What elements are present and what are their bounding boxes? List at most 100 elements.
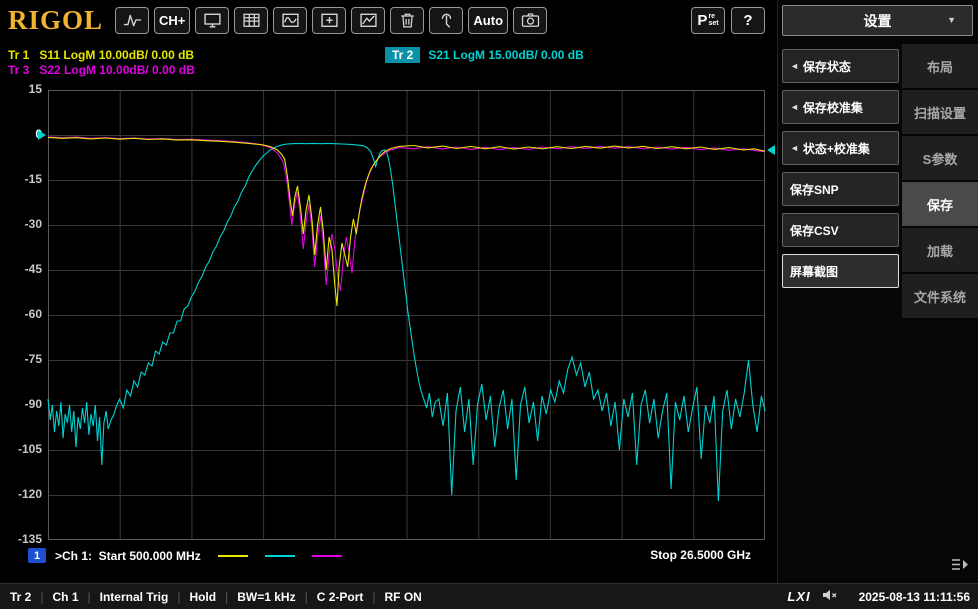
tab-layout[interactable]: 布局 (902, 44, 978, 88)
statusbar-item: Hold (189, 589, 217, 604)
stop-frequency-label[interactable]: Stop 26.5000 GHz (650, 548, 751, 562)
submenu-arrow-icon: ◄ (790, 61, 799, 71)
trash-icon (398, 12, 417, 28)
start-frequency-label[interactable]: >Ch 1: Start 500.000 MHz (55, 549, 201, 563)
table-icon (242, 12, 261, 28)
toolbar-right-buttons: Pre set? (691, 6, 765, 34)
screenshot-menu-button[interactable]: 屏幕截图 (782, 254, 899, 288)
statusbar-separator: | (225, 589, 229, 604)
sidebar-tabs: 布局 扫描设置 S参数 保存 加载 文件系统 (902, 44, 978, 318)
toolbar: RIGOL CH+ Auto Pre set? (0, 0, 777, 40)
trace1-readout[interactable]: Tr 1 S11 LogM 10.00dB/ 0.00 dB (8, 48, 194, 62)
meas-pulse-button[interactable] (115, 6, 150, 34)
settings-title: 设置 (863, 12, 892, 29)
chevron-down-icon: ▼ (947, 15, 956, 25)
touch-button[interactable] (429, 6, 464, 34)
plot-area: Tr 1 S11 LogM 10.00dB/ 0.00 dB Tr 3 S22 … (0, 40, 777, 583)
statusbar-item: BW=1 kHz (237, 589, 296, 604)
save-cal-set-button-label: 保存校准集 (802, 100, 863, 115)
ref-level-marker-left (38, 130, 46, 140)
save-csv-button[interactable]: 保存CSV (782, 213, 899, 247)
sidebar-menu: ◄ 保存状态 ◄ 保存校准集 ◄ 状态+校准集 保存SNP 保存CSV 屏幕截图 (782, 49, 899, 288)
tab-save[interactable]: 保存 (902, 182, 978, 226)
window-wave-icon (281, 12, 300, 28)
statusbar-separator: | (177, 589, 181, 604)
legend-line-s11 (217, 554, 248, 557)
trace2-active-badge: Tr 2 (385, 47, 421, 63)
y-tick-label: -15 (24, 172, 42, 186)
help-button[interactable]: ? (731, 6, 765, 34)
tab-file-system[interactable]: 文件系统 (902, 274, 978, 318)
statusbar-separator: | (304, 589, 308, 604)
statusbar-separator: | (40, 589, 44, 604)
speaker-muted-icon[interactable] (822, 589, 838, 604)
softkey-sidebar: 设置 ▼ ◄ 保存状态 ◄ 保存校准集 ◄ 状态+校准集 保存SNP 保存CSV 屏幕截图 布局… (777, 0, 978, 583)
legend-line-s21 (264, 554, 295, 557)
save-state-button-label: 保存状态 (802, 59, 851, 74)
y-tick-label: 15 (28, 82, 42, 96)
statusbar-items: Tr 2 | Ch 1 | Internal Trig | Hold | BW=1 kHz | C … (0, 590, 422, 604)
y-tick-label: -30 (24, 217, 42, 231)
preset-button[interactable]: Pre set (691, 6, 725, 34)
y-tick-label: -135 (17, 532, 42, 546)
add-channel-button[interactable]: CH+ (154, 6, 191, 34)
preset-button-sublabel: re set (708, 13, 719, 27)
statusbar-separator: | (87, 589, 91, 604)
auto-scale-button-label: Auto (473, 12, 504, 28)
submenu-arrow-icon: ◄ (790, 102, 799, 112)
trace2-text: S21 LogM 15.00dB/ 0.00 dB (428, 48, 584, 62)
table-view-button[interactable] (234, 6, 269, 34)
statusbar-right: LXI 2025-08-13 11:11:56 (787, 589, 978, 604)
channel-badge[interactable]: 1 (28, 548, 46, 563)
tab-sweep-setup[interactable]: 扫描设置 (902, 90, 978, 134)
statusbar-item: RF ON (384, 589, 422, 604)
state-plus-cal-button[interactable]: ◄ 状态+校准集 (782, 131, 899, 165)
ref-level-marker-right (767, 145, 775, 155)
lxi-indicator: LXI (787, 589, 811, 604)
statusbar-item: C 2-Port (316, 589, 364, 604)
graticule-plot (38, 90, 775, 540)
tab-s-params[interactable]: S参数 (902, 136, 978, 180)
screenshot-menu-button-label: 屏幕截图 (790, 264, 839, 279)
submenu-arrow-icon: ◄ (790, 143, 799, 153)
trace-window-button[interactable] (273, 6, 308, 34)
screenshot-button[interactable] (513, 6, 548, 34)
save-state-button[interactable]: ◄ 保存状态 (782, 49, 899, 83)
x-axis-row: 1 >Ch 1: Start 500.000 MHz (28, 548, 342, 563)
settings-menu-header[interactable]: 设置 ▼ (782, 5, 973, 36)
save-snp-button-label: 保存SNP (790, 182, 839, 197)
trace3-text: S22 LogM 10.00dB/ 0.00 dB (39, 63, 195, 77)
statusbar-item: Tr 2 (10, 589, 32, 604)
help-button-label: ? (743, 11, 753, 29)
save-snp-button[interactable]: 保存SNP (782, 172, 899, 206)
trace3-readout[interactable]: Tr 3 S22 LogM 10.00dB/ 0.00 dB (8, 63, 195, 77)
save-cal-set-button[interactable]: ◄ 保存校准集 (782, 90, 899, 124)
y-tick-label: 0 (0, 127, 42, 141)
state-plus-cal-button-label: 状态+校准集 (802, 141, 870, 156)
add-channel-button-label: CH+ (159, 12, 186, 28)
auto-scale-button[interactable]: Auto (468, 6, 509, 34)
toolbar-buttons: CH+ Auto (115, 6, 548, 34)
y-tick-label: -60 (24, 307, 42, 321)
y-tick-label: -105 (17, 442, 42, 456)
y-tick-label: -45 (24, 262, 42, 276)
save-csv-button-label: 保存CSV (790, 223, 839, 238)
vna-screen: RIGOL CH+ Auto Pre set? Tr 1 S11 LogM 10.0… (0, 0, 978, 609)
display-layout-button[interactable] (195, 6, 230, 34)
y-tick-label: -90 (24, 397, 42, 411)
trace2-readout[interactable]: Tr 2 S21 LogM 15.00dB/ 0.00 dB (385, 47, 584, 63)
trace3-id: Tr 3 (8, 63, 30, 77)
touch-icon (437, 12, 456, 28)
add-trace-button[interactable] (312, 6, 347, 34)
trace1-text: S11 LogM 10.00dB/ 0.00 dB (39, 48, 195, 62)
statusbar-separator: | (372, 589, 376, 604)
pulse-icon (123, 12, 142, 28)
delete-button[interactable] (390, 6, 425, 34)
display-icon (203, 12, 222, 28)
tab-load[interactable]: 加载 (902, 228, 978, 272)
softkey-collapse-icon[interactable] (950, 557, 970, 577)
trace-config-button[interactable] (351, 6, 386, 34)
preset-button-label: P (697, 11, 708, 29)
trace1-id: Tr 1 (8, 48, 30, 62)
statusbar-item: Ch 1 (52, 589, 79, 604)
